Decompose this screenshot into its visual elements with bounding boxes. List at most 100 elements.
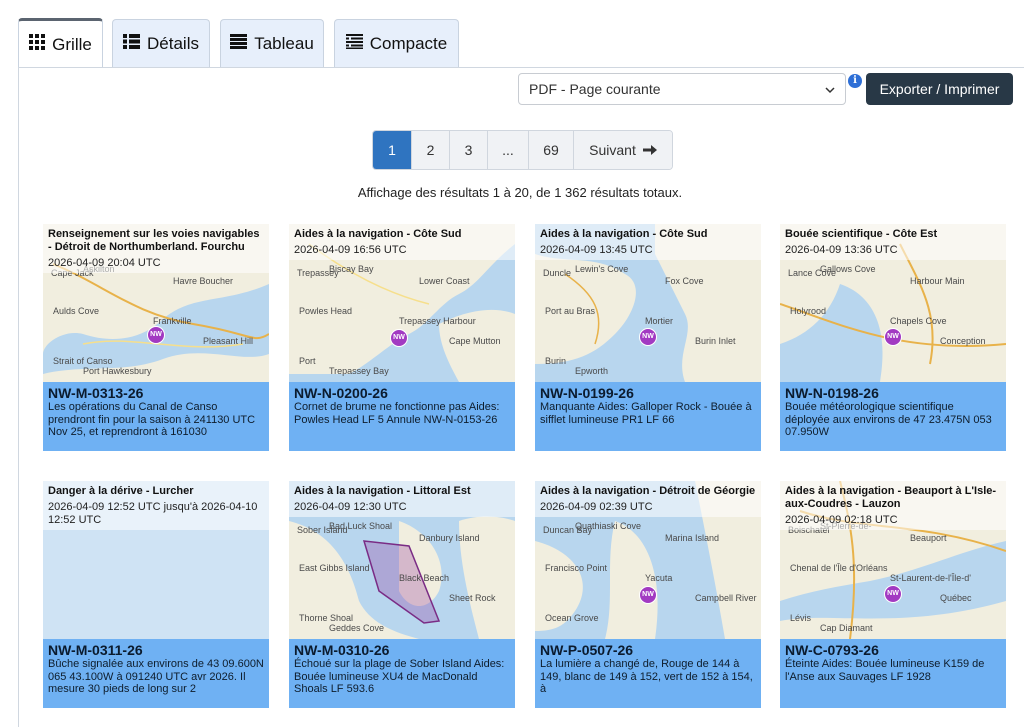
notice-card[interactable]: Cape JackAskiltonHavre BoucherFrankville… <box>43 224 269 451</box>
svg-text:Bad Luck Shoal: Bad Luck Shoal <box>329 521 392 531</box>
nw-marker-icon[interactable]: NW <box>390 329 408 347</box>
notice-category: Aides à la navigation - Littoral Est <box>294 485 471 497</box>
notice-card[interactable]: Trepassey Biscay Bay Lower Coast Trepassey … <box>289 224 515 451</box>
notice-card[interactable]: Danger à la dérive - Lurcher 2026-04-09 … <box>43 481 269 708</box>
svg-text:Harbour Main: Harbour Main <box>910 276 965 286</box>
svg-text:Sheet Rock: Sheet Rock <box>449 593 496 603</box>
svg-text:Beauport: Beauport <box>910 533 947 543</box>
export-format-select[interactable]: PDF - Page courante <box>518 73 846 105</box>
svg-text:Lewin's Cove: Lewin's Cove <box>575 264 628 274</box>
arrow-right-icon <box>642 144 657 156</box>
tab-details[interactable]: Détails <box>112 19 210 67</box>
svg-text:Epworth: Epworth <box>575 366 608 376</box>
card-footer: NW-P-0507-26 La lumière a changé de, Rou… <box>535 639 761 708</box>
svg-text:Mortier: Mortier <box>645 316 673 326</box>
svg-text:Fox Cove: Fox Cove <box>665 276 704 286</box>
svg-text:Lévis: Lévis <box>790 613 812 623</box>
info-icon[interactable]: i <box>848 74 862 88</box>
svg-text:Chenal de l'Île d'Orléans: Chenal de l'Île d'Orléans <box>790 563 888 573</box>
results-summary: Affichage des résultats 1 à 20, de 1 362… <box>357 185 683 200</box>
notice-card[interactable]: Duncle Lewin's Cove Fox Cove Mortier Port au… <box>535 224 761 451</box>
compact-list-icon <box>345 33 363 54</box>
card-footer: NW-C-0793-26 Éteinte Aides: Bouée lumine… <box>780 639 1006 708</box>
notice-description: Cornet de brume ne fonctionne pas Aides:… <box>294 401 500 426</box>
nw-marker-icon[interactable]: NW <box>639 328 657 346</box>
svg-text:Black Beach: Black Beach <box>399 573 449 583</box>
card-header: Aides à la navigation - Beauport à L'Isl… <box>780 481 1006 530</box>
svg-text:Burin: Burin <box>545 356 566 366</box>
card-footer: NW-M-0313-26 Les opérations du Canal de … <box>43 382 269 451</box>
notice-id[interactable]: NW-M-0311-26 <box>48 642 264 658</box>
notice-card[interactable]: Duncan Bay Quathiaski Cove Marina Island Ya… <box>535 481 761 708</box>
notice-category: Aides à la navigation - Côte Sud <box>540 228 708 240</box>
svg-text:Québec: Québec <box>940 593 972 603</box>
notice-date: 2026-04-09 12:52 UTC jusqu'à 2026-04-10 … <box>48 501 258 526</box>
svg-text:Chapels Cove: Chapels Cove <box>890 316 947 326</box>
page-2-button[interactable]: 2 <box>411 131 449 169</box>
notice-description: Éteinte Aides: Bouée lumineuse K159 de l… <box>785 658 985 683</box>
notice-id[interactable]: NW-M-0310-26 <box>294 642 510 658</box>
nw-marker-icon[interactable]: NW <box>884 585 902 603</box>
card-header: Danger à la dérive - Lurcher 2026-04-09 … <box>43 481 269 530</box>
pagination: 1 2 3 ... 69 Suivant <box>372 130 673 170</box>
notice-id[interactable]: NW-N-0198-26 <box>785 385 1001 401</box>
notice-card[interactable]: Lance Cove Gallows Cove Harbour Main Chapel… <box>780 224 1006 451</box>
card-header: Aides à la navigation - Côte Sud 2026-04… <box>289 224 515 260</box>
nw-marker-icon[interactable]: NW <box>884 328 902 346</box>
nw-marker-icon[interactable]: NW <box>147 326 165 344</box>
notice-id[interactable]: NW-N-0200-26 <box>294 385 510 401</box>
notice-category: Danger à la dérive - Lurcher <box>48 485 194 497</box>
notice-category: Aides à la navigation - Détroit de Géorg… <box>540 485 756 497</box>
svg-text:Trepassey Bay: Trepassey Bay <box>329 366 389 376</box>
svg-text:Cap Diamant: Cap Diamant <box>820 623 873 633</box>
tab-grille[interactable]: Grille <box>18 18 103 68</box>
notice-id[interactable]: NW-N-0199-26 <box>540 385 756 401</box>
svg-text:Gallows Cove: Gallows Cove <box>820 264 876 274</box>
card-header: Renseignement sur les voies navigables -… <box>43 224 269 273</box>
svg-text:Danbury Island: Danbury Island <box>419 533 480 543</box>
svg-text:Marina Island: Marina Island <box>665 533 719 543</box>
svg-text:Lower Coast: Lower Coast <box>419 276 470 286</box>
card-header: Bouée scientifique - Côte Est 2026-04-09… <box>780 224 1006 260</box>
tab-label: Compacte <box>369 33 448 53</box>
next-label: Suivant <box>589 142 636 158</box>
notice-description: Manquante Aides: Galloper Rock - Bouée à… <box>540 401 752 426</box>
tab-tableau[interactable]: Tableau <box>220 19 324 67</box>
notice-category: Renseignement sur les voies navigables -… <box>48 228 260 253</box>
notice-id[interactable]: NW-M-0313-26 <box>48 385 264 401</box>
notice-description: Bouée météorologique scientifique déploy… <box>785 401 992 438</box>
tab-compacte[interactable]: Compacte <box>334 19 459 67</box>
notice-category: Aides à la navigation - Côte Sud <box>294 228 462 240</box>
notice-description: La lumière a changé de, Rouge de 144 à 1… <box>540 658 753 695</box>
notice-id[interactable]: NW-C-0793-26 <box>785 642 1001 658</box>
card-footer: NW-N-0200-26 Cornet de brume ne fonction… <box>289 382 515 451</box>
notice-card[interactable]: Sober Island Bad Luck Shoal Danbury Island… <box>289 481 515 708</box>
page-69-button[interactable]: 69 <box>528 131 573 169</box>
notice-id[interactable]: NW-P-0507-26 <box>540 642 756 658</box>
page-3-button[interactable]: 3 <box>449 131 487 169</box>
tab-label: Tableau <box>254 33 314 53</box>
notice-card[interactable]: BoischatelSt-Pierre-de-BeauportSt-Lauren… <box>780 481 1006 708</box>
export-print-button[interactable]: Exporter / Imprimer <box>866 73 1013 105</box>
svg-text:Holyrood: Holyrood <box>790 306 826 316</box>
card-footer: NW-N-0199-26 Manquante Aides: Galloper R… <box>535 382 761 451</box>
next-page-button[interactable]: Suivant <box>573 131 672 169</box>
chevron-down-icon <box>825 81 835 97</box>
svg-text:Aulds Cove: Aulds Cove <box>53 306 99 316</box>
grid-icon <box>29 34 46 55</box>
notice-date: 2026-04-09 02:18 UTC <box>785 514 898 526</box>
nw-marker-icon[interactable]: NW <box>639 586 657 604</box>
notice-description: Échoué sur la plage de Sober Island Aide… <box>294 658 505 695</box>
card-footer: NW-M-0311-26 Bûche signalée aux environs… <box>43 639 269 708</box>
svg-text:Strait of Canso: Strait of Canso <box>53 356 113 366</box>
notice-description: Bûche signalée aux environs de 43 09.600… <box>48 658 264 695</box>
svg-text:Pleasant Hill: Pleasant Hill <box>203 336 253 346</box>
notice-description: Les opérations du Canal de Canso prendro… <box>48 401 256 438</box>
svg-text:Campbell River: Campbell River <box>695 593 757 603</box>
page-1-button[interactable]: 1 <box>373 131 411 169</box>
tab-label: Grille <box>52 34 92 54</box>
page-ellipsis: ... <box>487 131 528 169</box>
card-footer: NW-N-0198-26 Bouée météorologique scient… <box>780 382 1006 451</box>
svg-text:Port: Port <box>299 356 316 366</box>
svg-text:Port Hawkesbury: Port Hawkesbury <box>83 366 152 376</box>
